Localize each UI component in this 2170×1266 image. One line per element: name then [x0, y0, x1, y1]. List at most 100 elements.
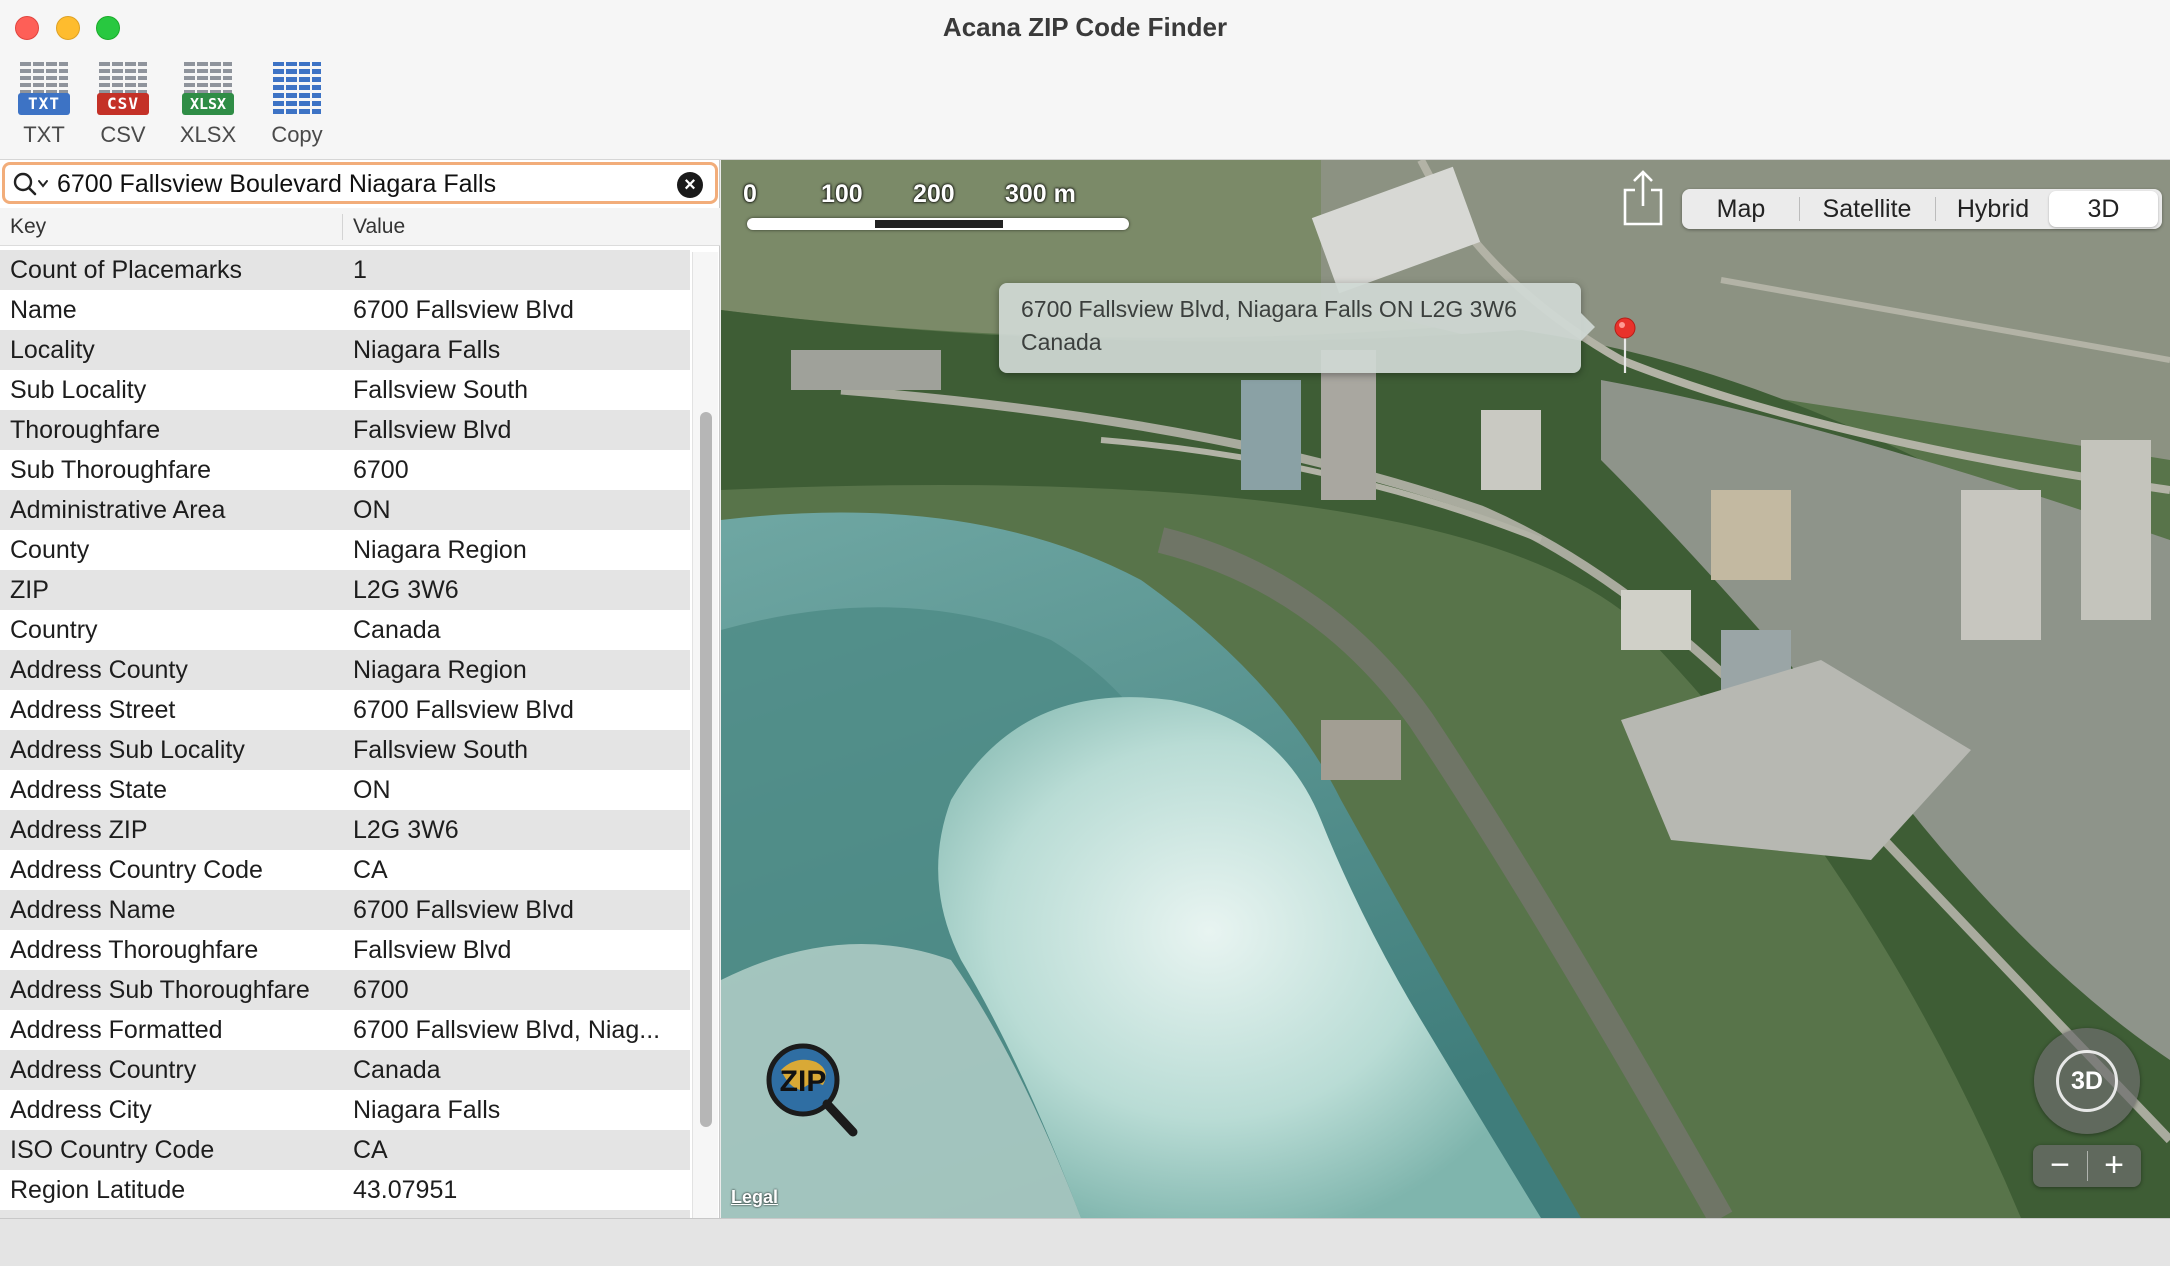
table-row[interactable]: County Niagara Region — [0, 530, 690, 570]
row-value: Niagara Region — [353, 656, 527, 684]
table-row[interactable]: Locality Niagara Falls — [0, 330, 690, 370]
row-key: Address ZIP — [10, 816, 148, 844]
table-row[interactable]: Country Canada — [0, 610, 690, 650]
search-icon[interactable] — [13, 171, 53, 197]
row-value: 6700 Fallsview Blvd, Niag... — [353, 1016, 661, 1044]
compass-3d-label: 3D — [2056, 1050, 2118, 1112]
row-value: CA — [353, 856, 388, 884]
clear-search-icon[interactable]: × — [677, 172, 703, 198]
copy-table-icon — [271, 60, 323, 118]
row-value: 1 — [353, 256, 367, 284]
scale-label-100: 100 — [821, 180, 863, 208]
export-csv-label: CSV — [100, 122, 146, 147]
table-row[interactable]: Address Sub Thoroughfare 6700 — [0, 970, 690, 1010]
table-row[interactable] — [0, 1210, 690, 1218]
table-row[interactable]: Address Thoroughfare Fallsview Blvd — [0, 930, 690, 970]
row-key: Locality — [10, 336, 95, 364]
row-key: Administrative Area — [10, 496, 226, 524]
row-value: Niagara Region — [353, 536, 527, 564]
table-row[interactable]: ZIP L2G 3W6 — [0, 570, 690, 610]
map-type-selector[interactable]: Map Satellite Hybrid 3D — [1682, 189, 2162, 229]
scale-bar — [747, 218, 1129, 230]
row-value: Fallsview South — [353, 736, 529, 764]
location-pin-icon[interactable] — [1614, 317, 1636, 373]
table-row[interactable]: Address Sub Locality Fallsview South — [0, 730, 690, 770]
table-row[interactable]: Sub Locality Fallsview South — [0, 370, 690, 410]
row-value: Canada — [353, 1056, 441, 1084]
export-xlsx-label: XLSX — [179, 122, 237, 147]
column-divider[interactable] — [342, 214, 343, 240]
row-value: 6700 Fallsview Blvd — [353, 296, 574, 324]
row-value: 6700 — [353, 456, 409, 484]
row-key: Address Sub Locality — [10, 736, 245, 764]
map-mode-satellite[interactable]: Satellite — [1802, 189, 1932, 229]
export-txt-label: TXT — [23, 122, 65, 147]
row-key: Region Latitude — [10, 1176, 186, 1204]
table-scrollbar[interactable] — [692, 252, 718, 1218]
search-field[interactable]: × — [2, 162, 718, 204]
scale-label-200: 200 — [913, 180, 955, 208]
table-row[interactable]: Name 6700 Fallsview Blvd — [0, 290, 690, 330]
txt-file-icon: TXT — [18, 60, 70, 118]
table-row[interactable]: Address Country Code CA — [0, 850, 690, 890]
table-row[interactable]: Address Formatted 6700 Fallsview Blvd, Ni… — [0, 1010, 690, 1050]
column-header-value[interactable]: Value — [353, 215, 405, 239]
table-row[interactable]: Thoroughfare Fallsview Blvd — [0, 410, 690, 450]
csv-file-icon: CSV — [97, 60, 149, 118]
row-key: ISO Country Code — [10, 1136, 215, 1164]
table-row[interactable]: Count of Placemarks 1 — [0, 250, 690, 290]
table-row[interactable]: Administrative Area ON — [0, 490, 690, 530]
row-value: 6700 — [353, 976, 409, 1004]
map-scale: 0 100 200 300 m — [743, 180, 1143, 240]
zip-logo-text: ZIP — [780, 1065, 827, 1098]
export-csv-button[interactable]: CSV CSV — [81, 60, 165, 156]
export-xlsx-button[interactable]: XLSX XLSX — [166, 60, 250, 156]
row-key: Address State — [10, 776, 168, 804]
row-key: Sub Thoroughfare — [10, 456, 212, 484]
row-value: CA — [353, 1136, 388, 1164]
row-key: Address Sub Thoroughfare — [10, 976, 310, 1004]
table-row[interactable]: Address State ON — [0, 770, 690, 810]
zoom-in-button[interactable]: + — [2087, 1145, 2141, 1187]
row-key: Address Name — [10, 896, 176, 924]
table-scroll-thumb[interactable] — [700, 412, 712, 1127]
map-mode-hybrid[interactable]: Hybrid — [1938, 189, 2048, 229]
callout-address: 6700 Fallsview Blvd, Niagara Falls ON L2… — [1021, 296, 1517, 322]
results-table[interactable]: Count of Placemarks 1 Name 6700 Fallsview B… — [0, 250, 690, 1218]
row-key: Address Country Code — [10, 856, 263, 884]
map-mode-3d[interactable]: 3D — [2049, 191, 2158, 227]
title-bar: Acana ZIP Code Finder TXT TXT CSV CSV XL… — [0, 0, 2170, 160]
export-txt-button[interactable]: TXT TXT — [2, 60, 86, 156]
table-row[interactable]: Address Country Canada — [0, 1050, 690, 1090]
row-key: Address Formatted — [10, 1016, 223, 1044]
table-row[interactable]: ISO Country Code CA — [0, 1130, 690, 1170]
table-row[interactable]: Address Street 6700 Fallsview Blvd — [0, 690, 690, 730]
callout-country: Canada — [1021, 329, 1102, 355]
row-key: Address Country — [10, 1056, 197, 1084]
column-header-key[interactable]: Key — [10, 215, 46, 239]
copy-button[interactable]: Copy — [255, 60, 339, 156]
row-key: County — [10, 536, 90, 564]
row-key: Name — [10, 296, 77, 324]
zoom-out-button[interactable]: − — [2033, 1145, 2087, 1187]
share-icon[interactable] — [1621, 168, 1665, 228]
table-row[interactable]: Address ZIP L2G 3W6 — [0, 810, 690, 850]
row-value: L2G 3W6 — [353, 576, 459, 604]
compass-3d-control[interactable]: 3D — [2034, 1028, 2140, 1134]
table-row[interactable]: Sub Thoroughfare 6700 — [0, 450, 690, 490]
search-input[interactable] — [57, 169, 657, 199]
legal-link[interactable]: Legal — [731, 1187, 778, 1208]
row-value: ON — [353, 776, 391, 804]
table-row[interactable]: Address City Niagara Falls — [0, 1090, 690, 1130]
location-callout[interactable]: 6700 Fallsview Blvd, Niagara Falls ON L2… — [999, 283, 1595, 373]
row-value: Fallsview Blvd — [353, 936, 512, 964]
row-value: Fallsview South — [353, 376, 529, 404]
table-row[interactable]: Region Latitude 43.07951 — [0, 1170, 690, 1210]
map-mode-map[interactable]: Map — [1686, 189, 1796, 229]
table-row[interactable]: Address Name 6700 Fallsview Blvd — [0, 890, 690, 930]
table-row[interactable]: Address County Niagara Region — [0, 650, 690, 690]
row-key: ZIP — [10, 576, 49, 604]
row-key: Country — [10, 616, 98, 644]
map-view[interactable]: 0 100 200 300 m Map Satellite Hybrid 3D … — [721, 160, 2170, 1218]
row-key: Address Thoroughfare — [10, 936, 259, 964]
